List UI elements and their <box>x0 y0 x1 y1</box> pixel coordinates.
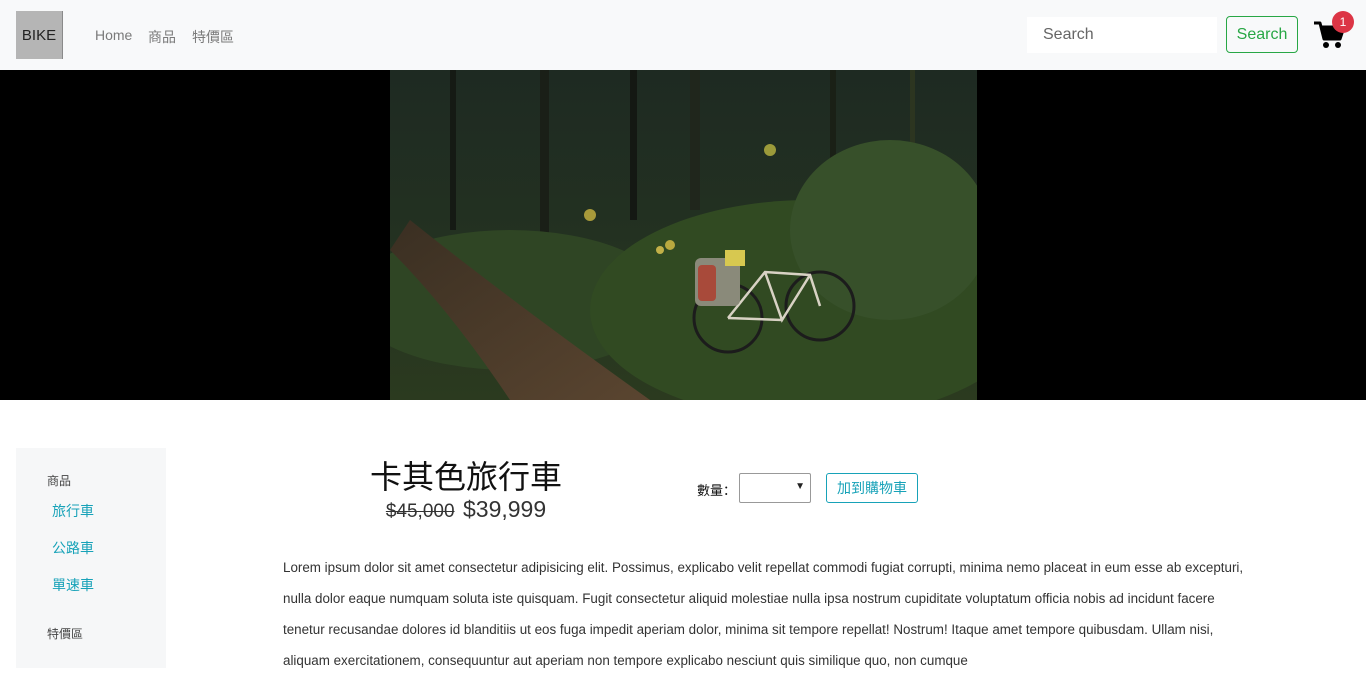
select-caret-icon: ▼ <box>795 481 805 492</box>
add-to-cart-button[interactable]: 加到購物車 <box>826 473 918 503</box>
sidebar-item-road[interactable]: 公路車 <box>52 538 94 558</box>
hero-bike-forest-image <box>390 70 977 400</box>
hero-banner <box>0 70 1366 400</box>
quantity-select[interactable]: ▼ <box>739 473 811 503</box>
quantity-label: 數量： <box>697 483 737 498</box>
navbar: BIKE Home 商品 特價區 Search Search 1 <box>0 0 1366 70</box>
sidebar-heading-sale: 特價區 <box>47 627 84 641</box>
price-row: $45,000 $39,999 <box>330 496 602 523</box>
product-title: 卡其色旅行車 <box>369 459 562 495</box>
sidebar-heading-products: 商品 <box>47 474 72 488</box>
search-placeholder: Search <box>1043 26 1094 43</box>
sidebar: 商品 旅行車 公路車 單速車 特價區 <box>16 448 166 668</box>
sidebar-item-single-speed[interactable]: 單速車 <box>52 575 94 595</box>
cart-count-badge: 1 <box>1332 11 1354 33</box>
nav-link-products[interactable]: 商品 <box>148 27 176 47</box>
sidebar-item-touring[interactable]: 旅行車 <box>52 501 94 521</box>
nav-link-sale[interactable]: 特價區 <box>192 27 234 47</box>
brand-logo[interactable]: BIKE <box>16 11 63 59</box>
original-price: $45,000 <box>385 501 455 522</box>
search-button[interactable]: Search <box>1226 16 1298 53</box>
nav-link-home[interactable]: Home <box>95 27 132 43</box>
product-description: Lorem ipsum dolor sit amet consectetur a… <box>283 560 1244 668</box>
search-input[interactable]: Search <box>1027 17 1217 53</box>
sale-price: $39,999 <box>463 496 547 522</box>
